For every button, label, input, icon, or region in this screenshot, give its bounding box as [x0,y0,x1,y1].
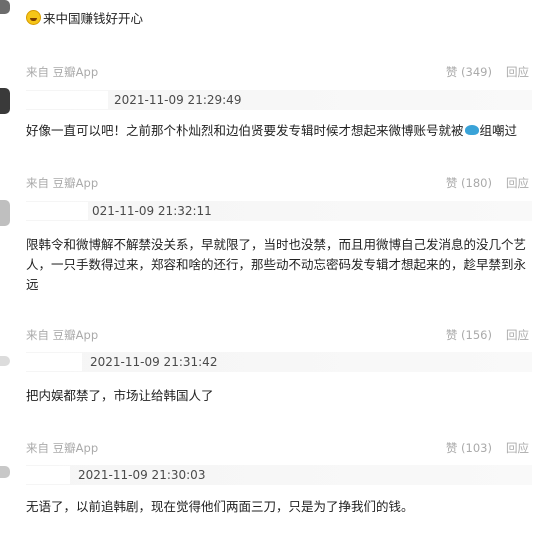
comment-timestamp: 2021-11-09 21:31:42 [90,355,218,369]
comment-timestamp: 2021-11-09 21:29:49 [114,93,242,107]
reply-button[interactable]: 回应 [506,440,529,456]
like-button[interactable]: 赞 (349) [446,64,492,80]
dolphin-emoji-icon [464,125,479,135]
comment-meta: 来自 豆瓣App 赞 (180) 回应 [26,175,532,191]
comment-info-bar: 2021-11-09 21:29:49 [26,90,532,110]
like-button[interactable]: 赞 (156) [446,327,492,343]
grinning-face-emoji-icon [26,10,41,25]
avatar[interactable] [0,88,10,114]
comment-meta: 来自 豆瓣App 赞 (156) 回应 [26,327,532,343]
like-button[interactable]: 赞 (180) [446,175,492,191]
source-label: 来自 豆瓣App [26,441,99,455]
avatar[interactable] [0,466,10,478]
comment-info-bar: 021-11-09 21:32:11 [26,201,532,221]
comment-text: 把内娱都禁了，市场让给韩国人了 [26,388,214,403]
avatar[interactable] [0,200,10,226]
source-label: 来自 豆瓣App [26,176,99,190]
avatar[interactable] [0,0,10,14]
comment-text: 好像一直可以吧！之前那个朴灿烈和边伯贤要发专辑时候才想起来微博账号就被 组嘲过 [26,123,518,138]
username-redacted [26,202,88,220]
comment-info-bar: 2021-11-09 21:31:42 [26,352,532,372]
reply-button[interactable]: 回应 [506,327,529,343]
comment-meta: 来自 豆瓣App 赞 (349) 回应 [26,64,532,80]
source-label: 来自 豆瓣App [26,328,99,342]
comment-meta: 来自 豆瓣App 赞 (103) 回应 [26,440,532,456]
comment-info-bar: 2021-11-09 21:30:03 [26,465,532,485]
reply-button[interactable]: 回应 [506,64,529,80]
reply-button[interactable]: 回应 [506,175,529,191]
comment-text: 无语了，以前追韩剧，现在觉得他们两面三刀，只是为了挣我们的钱。 [26,499,414,514]
comment-timestamp: 2021-11-09 21:30:03 [78,468,206,482]
avatar[interactable] [0,356,10,366]
username-redacted [26,353,82,371]
comment-text: 来中国赚钱好开心 [26,9,534,29]
username-redacted [26,91,108,109]
comment-timestamp: 021-11-09 21:32:11 [92,204,212,218]
username-redacted [26,466,70,484]
like-button[interactable]: 赞 (103) [446,440,492,456]
comment-text: 限韩令和微博解不解禁没关系，早就限了，当时也没禁，而且用微博自己发消息的没几个艺… [26,237,527,292]
source-label: 来自 豆瓣App [26,65,99,79]
